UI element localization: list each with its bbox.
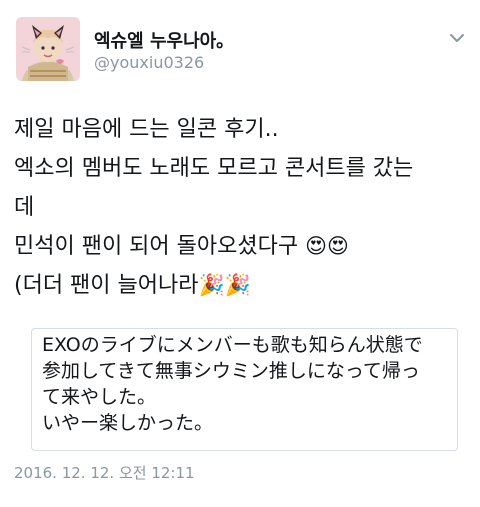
tweet-line: 민석이 팬이 되어 돌아오셨다구 😍😍 [14,227,474,266]
tweet-line: 엑소의 멤버도 노래도 모르고 콘서트를 갔는 [14,156,414,181]
chevron-down-icon[interactable] [448,30,466,44]
quote-line: 参加してきて無事シウミン推しになって帰っ [42,360,420,382]
party-popper-emoji-icon: 🎉🎉 [198,273,251,297]
profile-photo-with-cat-ears-icon [16,17,80,81]
tweet-line-text: (더더 팬이 늘어나라 [14,273,199,298]
heart-eyes-emoji-icon: 😍😍 [305,234,349,258]
quote-line: EXOのライブにメンバーも歌も知らん状態で [42,334,423,356]
tweet-line: 제일 마음에 드는 일콘 후기.. [14,117,279,142]
tweet-line-text: 민석이 팬이 되어 돌아오셨다구 [14,234,299,259]
tweet-line: 데 [14,195,35,220]
tweet-header: 엑슈엘 누우나아。 @youxiu0326 [0,0,480,90]
user-handle[interactable]: @youxiu0326 [94,53,204,72]
avatar[interactable] [16,17,80,81]
display-name[interactable]: 엑슈엘 누우나아。 [94,27,234,53]
tweet-line: (더더 팬이 늘어나라🎉🎉 [14,266,474,305]
tweet-text: 제일 마음에 드는 일콘 후기.. 엑소의 멤버도 노래도 모르고 콘서트를 갔… [14,110,474,305]
quote-line: いやー楽しかった。 [42,412,214,434]
quoted-text-box: EXOのライブにメンバーも歌も知らん状態で 参加してきて無事シウミン推しになって… [31,328,458,451]
quote-line: て来やした。 [42,386,157,408]
tweet-timestamp[interactable]: 2016. 12. 12. 오전 12:11 [14,462,195,483]
